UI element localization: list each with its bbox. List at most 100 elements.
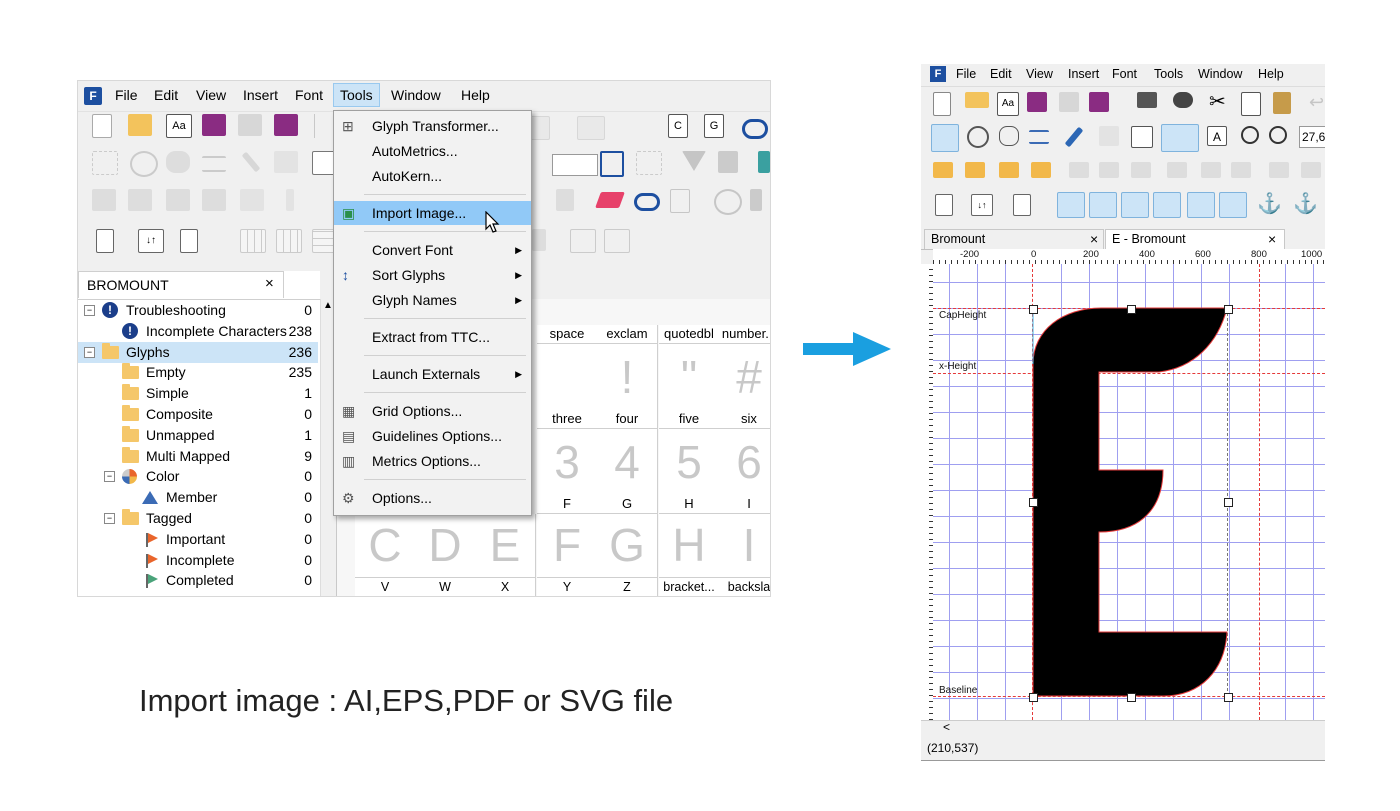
- right-menu-window[interactable]: Window: [1198, 67, 1242, 81]
- bbox-handle[interactable]: [1029, 305, 1038, 314]
- select-rect-icon[interactable]: [92, 151, 118, 175]
- right-menu-help[interactable]: Help: [1258, 67, 1284, 81]
- right-anchor-2-icon[interactable]: ⚓: [1293, 192, 1318, 215]
- right-hand-icon[interactable]: [999, 126, 1019, 146]
- tab-bromount[interactable]: Bromount ×: [924, 229, 1104, 249]
- link-icon[interactable]: [742, 119, 768, 139]
- font-info-icon[interactable]: Aa: [166, 114, 192, 138]
- tree-item[interactable]: Important 0: [78, 529, 318, 550]
- menu-item[interactable]: ▦ Grid Options...: [334, 399, 531, 423]
- right-lasso-icon[interactable]: [967, 126, 989, 148]
- tree-expander-icon[interactable]: −: [104, 513, 115, 524]
- tree-item[interactable]: Incomplete 0: [78, 550, 318, 571]
- insert-char-icon[interactable]: C: [668, 114, 688, 138]
- right-menu-tools[interactable]: Tools: [1154, 67, 1183, 81]
- menu-insert[interactable]: Insert: [243, 87, 278, 103]
- menu-item[interactable]: ⊞ Glyph Transformer...: [334, 114, 531, 138]
- tree-expander-icon[interactable]: −: [84, 305, 95, 316]
- right-sort-icon[interactable]: ↓↑: [971, 194, 993, 216]
- align-left-icon[interactable]: [240, 189, 264, 211]
- fill-icon[interactable]: [274, 151, 298, 173]
- right-pen-icon[interactable]: [1064, 126, 1084, 148]
- right-metrics-icon[interactable]: A: [1207, 126, 1227, 146]
- right-find-icon[interactable]: [1173, 92, 1193, 108]
- right-fill-icon[interactable]: [1099, 126, 1119, 146]
- glyph-edit-canvas[interactable]: CapHeight x-Height Baseline: [933, 264, 1325, 720]
- insert-glyph-icon[interactable]: G: [704, 114, 724, 138]
- tree-item[interactable]: Composite 0: [78, 404, 318, 425]
- glyph-cell[interactable]: I: [719, 514, 770, 578]
- tab-bromount-close[interactable]: ×: [1090, 230, 1098, 249]
- panel-tab[interactable]: BROMOUNT ×: [78, 271, 284, 298]
- tree-expander-icon[interactable]: −: [84, 346, 95, 358]
- right-align-left-icon[interactable]: [1069, 162, 1089, 178]
- right-menu-file[interactable]: File: [956, 67, 976, 81]
- glyph-cell[interactable]: 3: [537, 429, 598, 496]
- menu-edit[interactable]: Edit: [154, 87, 178, 103]
- right-anchor-icon[interactable]: ⚓: [1257, 192, 1282, 215]
- menu-item[interactable]: Convert Font ▶: [334, 238, 531, 262]
- right-save-icon[interactable]: [1027, 92, 1047, 112]
- bbox-handle[interactable]: [1224, 693, 1233, 702]
- hand-icon[interactable]: [166, 151, 190, 173]
- menu-font[interactable]: Font: [295, 87, 323, 103]
- menu-window[interactable]: Window: [391, 87, 441, 103]
- new-font-icon[interactable]: [92, 114, 112, 138]
- bbox-handle[interactable]: [1224, 498, 1233, 507]
- zoom-select-icon[interactable]: [636, 151, 662, 175]
- right-spacing-icon[interactable]: [1231, 162, 1251, 178]
- eraser-icon[interactable]: [595, 192, 625, 208]
- new-glyph-icon[interactable]: [96, 229, 114, 253]
- menu-item[interactable]: Launch Externals ▶: [334, 362, 531, 386]
- unlink-icon[interactable]: [634, 193, 660, 211]
- right-open-icon[interactable]: [965, 92, 989, 108]
- right-font-info-icon[interactable]: Aa: [997, 92, 1019, 116]
- node-icon[interactable]: [570, 229, 596, 253]
- right-menu-edit[interactable]: Edit: [990, 67, 1012, 81]
- right-flip-icon[interactable]: [1301, 162, 1321, 178]
- right-cut-icon[interactable]: ✂: [1209, 92, 1233, 114]
- measure-icon[interactable]: [202, 156, 226, 172]
- right-mirror-icon[interactable]: [1269, 162, 1289, 178]
- combine-icon[interactable]: [128, 189, 152, 211]
- triangle-tool-icon[interactable]: [718, 151, 738, 173]
- fit-icon[interactable]: [600, 151, 624, 177]
- right-intersect-icon[interactable]: [999, 162, 1019, 178]
- right-combine-icon[interactable]: [965, 162, 985, 178]
- right-distribute-icon[interactable]: [1167, 162, 1187, 178]
- right-align-right-icon[interactable]: [1131, 162, 1151, 178]
- glyph-cell[interactable]: F: [537, 514, 598, 578]
- pen-icon[interactable]: [241, 151, 261, 173]
- right-undo-icon[interactable]: ↩: [1309, 92, 1325, 114]
- right-menu-view[interactable]: View: [1026, 67, 1053, 81]
- align-center-icon[interactable]: [286, 189, 294, 211]
- right-copy-icon[interactable]: [1241, 92, 1261, 116]
- list-view-icon[interactable]: [276, 229, 302, 253]
- tree-item[interactable]: − Tagged 0: [78, 508, 318, 529]
- right-align-center-icon[interactable]: [1099, 162, 1119, 178]
- glyph-cell[interactable]: E: [475, 514, 536, 578]
- zoom-out-icon[interactable]: [1269, 126, 1287, 144]
- zoom-value-field[interactable]: 27,6: [1299, 126, 1325, 148]
- menu-file[interactable]: File: [115, 87, 138, 103]
- page-icon[interactable]: [180, 229, 198, 253]
- right-paste-icon[interactable]: [1273, 92, 1291, 114]
- tree-item[interactable]: Completed 0: [78, 570, 318, 591]
- right-print-icon[interactable]: [1137, 92, 1157, 108]
- glyph-cell[interactable]: G: [597, 514, 658, 578]
- tree-item[interactable]: − Color 0: [78, 466, 318, 487]
- right-menu-insert[interactable]: Insert: [1068, 67, 1099, 81]
- save-as-icon[interactable]: [274, 114, 298, 136]
- zoom-in-icon[interactable]: [1241, 126, 1259, 144]
- menu-item[interactable]: ↕ Sort Glyphs ▶: [334, 263, 531, 287]
- right-metrics-lock-icon[interactable]: [1219, 192, 1247, 218]
- sort-order-icon[interactable]: ↓↑: [138, 229, 164, 253]
- glyph-cell[interactable]: 5: [659, 429, 720, 496]
- clipboard-icon[interactable]: [556, 189, 574, 211]
- right-guidelines-lock-icon[interactable]: [1153, 192, 1181, 218]
- bbox-handle[interactable]: [1127, 693, 1136, 702]
- glyph-cell[interactable]: D: [415, 514, 476, 578]
- right-group-icon[interactable]: [933, 162, 953, 178]
- lock-icon[interactable]: [532, 229, 546, 251]
- menu-item[interactable]: ▣ Import Image...: [334, 201, 531, 225]
